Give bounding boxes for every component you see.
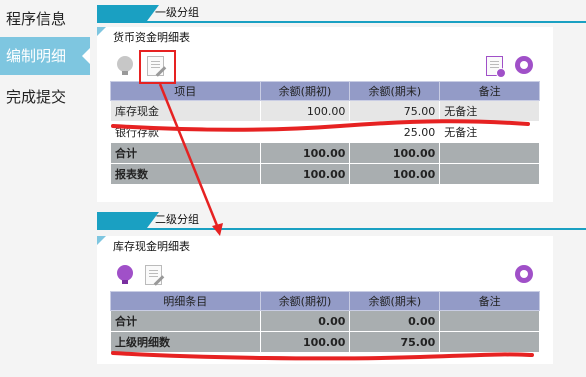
underline-stroke — [111, 351, 534, 361]
arrow-head — [212, 223, 223, 236]
arrow-line — [158, 83, 220, 229]
annotation-overlay — [111, 83, 534, 361]
